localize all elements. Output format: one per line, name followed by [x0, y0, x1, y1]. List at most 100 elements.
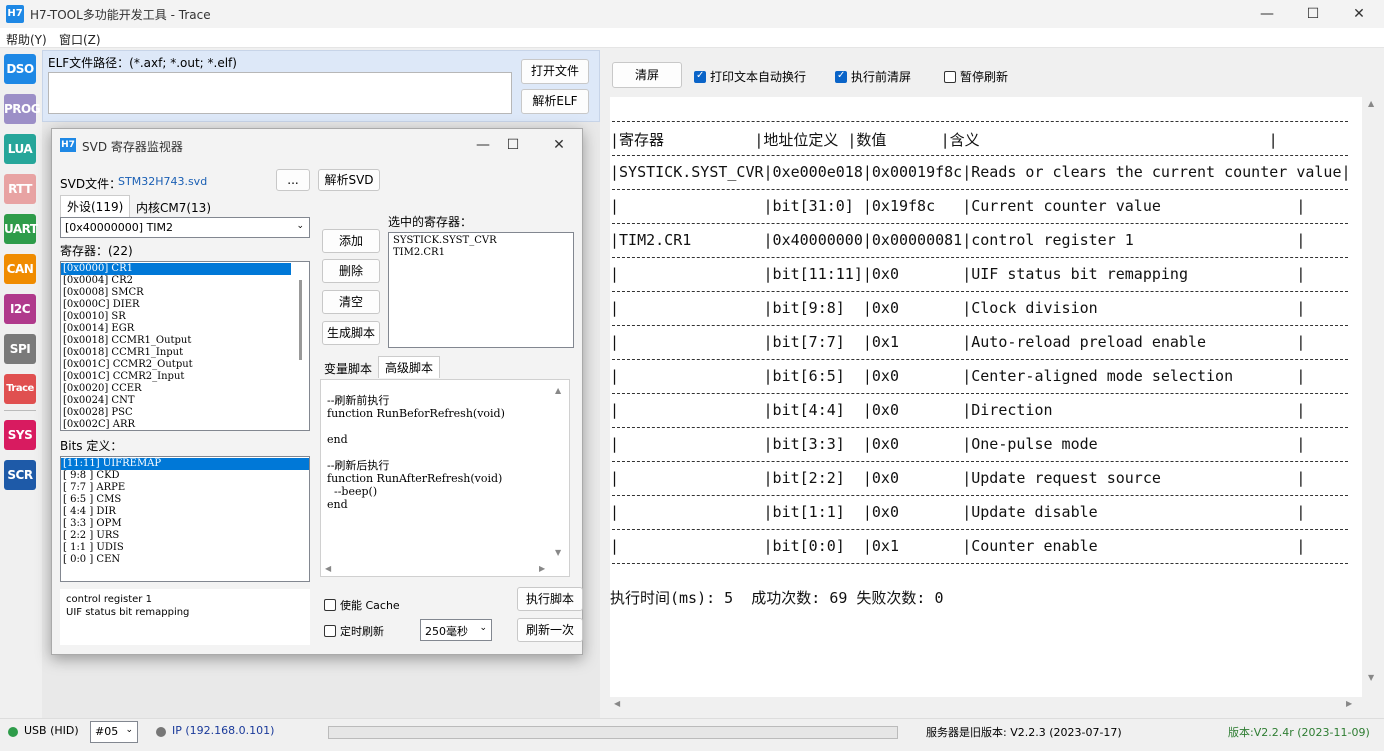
- close-icon[interactable]: ✕: [1336, 0, 1382, 28]
- minimize-icon[interactable]: —: [468, 133, 498, 157]
- add-button[interactable]: 添加: [322, 229, 380, 253]
- nav-prog-button[interactable]: PROG: [4, 94, 41, 124]
- checkbox-icon[interactable]: [694, 70, 706, 83]
- script-line: --刷新前执行: [327, 394, 390, 407]
- list-item[interactable]: TIM2.CR1: [391, 247, 571, 259]
- list-item[interactable]: [ 6:5 ] CMS: [61, 494, 309, 506]
- timer-refresh-option[interactable]: 定时刷新: [324, 623, 384, 639]
- dialog-title: SVD 寄存器监视器: [82, 140, 183, 154]
- checkbox-icon[interactable]: [324, 599, 336, 611]
- parse-elf-button[interactable]: 解析ELF: [521, 89, 589, 114]
- open-file-button[interactable]: 打开文件: [521, 59, 589, 84]
- nav-i2c-button[interactable]: I2C: [4, 294, 36, 324]
- list-item[interactable]: [0x0018] CCMR1_Output: [61, 335, 309, 347]
- title-bar: H7 H7-TOOL多功能开发工具 - Trace — ☐ ✕: [0, 0, 1384, 28]
- list-item[interactable]: [0x0014] EGR: [61, 323, 309, 335]
- horizontal-scrollbar[interactable]: ◀ ▶: [610, 697, 1362, 713]
- clear-screen-button[interactable]: 清屏: [612, 62, 682, 88]
- list-item[interactable]: SYSTICK.SYST_CVR: [391, 235, 571, 247]
- list-item[interactable]: [0x000C] DIER: [61, 299, 309, 311]
- tab-variable-script[interactable]: 变量脚本: [318, 358, 378, 379]
- browse-svd-button[interactable]: ...: [276, 169, 310, 191]
- nav-scr-button[interactable]: SCR: [4, 460, 36, 490]
- list-item[interactable]: [ 9:8 ] CKD: [61, 470, 309, 482]
- menu-help[interactable]: 帮助(Y): [6, 31, 47, 48]
- list-item[interactable]: [0x0028] PSC: [61, 407, 309, 419]
- menu-window[interactable]: 窗口(Z): [59, 31, 101, 48]
- refresh-once-button[interactable]: 刷新一次: [517, 618, 583, 642]
- list-item[interactable]: [ 7:7 ] ARPE: [61, 482, 309, 494]
- list-item[interactable]: [ 4:4 ] DIR: [61, 506, 309, 518]
- list-item[interactable]: [0x0024] CNT: [61, 395, 309, 407]
- nav-lua-button[interactable]: LUA: [4, 134, 36, 164]
- bits-list[interactable]: [11:11] UIFREMAP [ 9:8 ] CKD [ 7:7 ] ARP…: [60, 456, 310, 582]
- scroll-up-icon[interactable]: ▲: [555, 384, 561, 397]
- tab-peripherals[interactable]: 外设(119): [60, 195, 131, 217]
- peripheral-select[interactable]: [0x40000000] TIM2 ⌄: [60, 217, 310, 238]
- nav-uart-button[interactable]: UART: [4, 214, 38, 244]
- script-editor[interactable]: --刷新前执行 function RunBeforRefresh(void) e…: [320, 379, 570, 577]
- maximize-icon[interactable]: ☐: [1290, 0, 1336, 28]
- clear-button[interactable]: 清空: [322, 290, 380, 314]
- run-script-button[interactable]: 执行脚本: [517, 587, 583, 611]
- list-item[interactable]: [0x0004] CR2: [61, 275, 309, 287]
- svd-register-monitor-dialog: H7 SVD 寄存器监视器 — ☐ ✕ SVD文件： STM32H743.svd…: [51, 128, 583, 655]
- table-separator: [612, 121, 1348, 122]
- tab-advanced-script[interactable]: 高级脚本: [378, 356, 441, 378]
- checkbox-icon[interactable]: [944, 71, 956, 83]
- tab-core-cm7[interactable]: 内核CM7(13): [130, 197, 217, 218]
- list-item[interactable]: [0x0008] SMCR: [61, 287, 309, 299]
- list-item[interactable]: [0x0010] SR: [61, 311, 309, 323]
- cache-option[interactable]: 使能 Cache: [324, 597, 400, 613]
- app-version: 版本:V2.2.4r (2023-11-09): [1228, 726, 1370, 739]
- nav-can-button[interactable]: CAN: [4, 254, 36, 284]
- nav-spi-button[interactable]: SPI: [4, 334, 36, 364]
- script-line: --beep(): [327, 485, 378, 498]
- generate-script-button[interactable]: 生成脚本: [322, 321, 380, 345]
- scroll-left-icon[interactable]: ◀: [614, 699, 620, 708]
- close-icon[interactable]: ✕: [544, 133, 574, 157]
- list-item[interactable]: [ 2:2 ] URS: [61, 530, 309, 542]
- list-item[interactable]: [0x002C] ARR: [61, 419, 309, 430]
- maximize-icon[interactable]: ☐: [498, 133, 528, 157]
- scroll-right-icon[interactable]: ▶: [1346, 699, 1352, 708]
- nav-rtt-button[interactable]: RTT: [4, 174, 36, 204]
- checkbox-icon[interactable]: [835, 70, 847, 83]
- ip-status: IP (192.168.0.101): [172, 724, 275, 737]
- pause-refresh-option[interactable]: 暂停刷新: [944, 68, 1008, 85]
- list-item[interactable]: [0x0018] CCMR1_Input: [61, 347, 309, 359]
- delete-button[interactable]: 删除: [322, 259, 380, 283]
- scroll-left-icon[interactable]: ◀: [325, 562, 331, 575]
- peripheral-select-value: [0x40000000] TIM2: [65, 221, 174, 234]
- scroll-down-icon[interactable]: ▼: [1368, 673, 1374, 682]
- list-item[interactable]: [0x001C] CCMR2_Output: [61, 359, 309, 371]
- list-item[interactable]: [ 0:0 ] CEN: [61, 554, 309, 566]
- device-port-select[interactable]: #05 ⌄: [90, 721, 138, 743]
- nav-sys-button[interactable]: SYS: [4, 420, 36, 450]
- auto-wrap-option[interactable]: 打印文本自动换行: [694, 68, 806, 85]
- elf-path-input[interactable]: [48, 72, 512, 114]
- parse-svd-button[interactable]: 解析SVD: [318, 169, 380, 191]
- scroll-up-icon[interactable]: ▲: [1368, 99, 1374, 108]
- list-item[interactable]: [ 3:3 ] OPM: [61, 518, 309, 530]
- list-item[interactable]: [0x0020] CCER: [61, 383, 309, 395]
- interval-select[interactable]: 250毫秒 ⌄: [420, 619, 492, 641]
- script-line: end: [327, 433, 348, 446]
- nav-trace-button[interactable]: Trace: [4, 374, 36, 404]
- output-text-area[interactable]: |寄存器 |地址位定义 |数值 |含义 | |SYSTICK.SYST_CVR|0…: [610, 97, 1362, 697]
- list-item[interactable]: [11:11] UIFREMAP: [61, 458, 309, 470]
- list-item[interactable]: [0x0000] CR1: [61, 263, 291, 275]
- clear-before-run-option[interactable]: 执行前清屏: [835, 68, 911, 85]
- description-line: UIF status bit remapping: [66, 607, 190, 618]
- list-item[interactable]: [ 1:1 ] UDIS: [61, 542, 309, 554]
- vertical-scrollbar[interactable]: ▲ ▼: [1364, 97, 1384, 697]
- minimize-icon[interactable]: —: [1244, 0, 1290, 28]
- register-list[interactable]: [0x0000] CR1 [0x0004] CR2 [0x0008] SMCR …: [60, 261, 310, 431]
- list-item[interactable]: [0x001C] CCMR2_Input: [61, 371, 309, 383]
- checkbox-icon[interactable]: [324, 625, 336, 637]
- scrollbar-thumb[interactable]: [299, 280, 302, 360]
- selected-register-list[interactable]: SYSTICK.SYST_CVR TIM2.CR1: [388, 232, 574, 348]
- scroll-down-icon[interactable]: ▼: [555, 546, 561, 559]
- scroll-right-icon[interactable]: ▶: [539, 562, 545, 575]
- nav-dso-button[interactable]: DSO: [4, 54, 36, 84]
